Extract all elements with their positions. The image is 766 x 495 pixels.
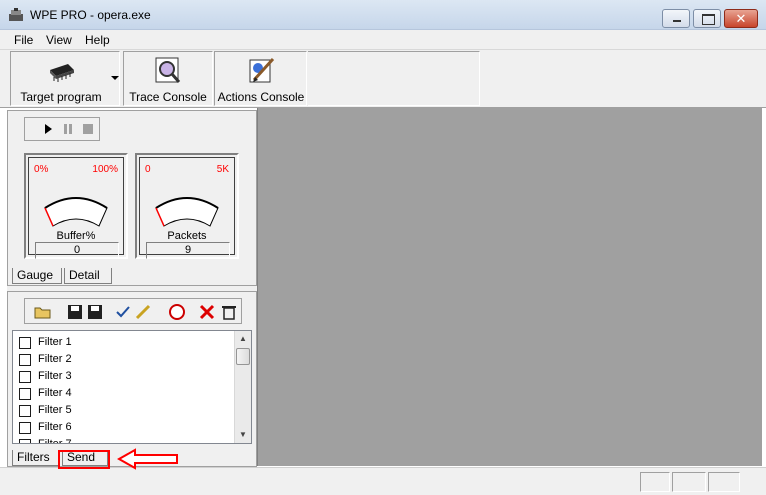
filter-checkbox[interactable] (19, 354, 31, 366)
filter-checkbox[interactable] (19, 371, 31, 383)
filter-checkbox[interactable] (19, 337, 31, 349)
trace-console-group: Trace Console (123, 51, 213, 106)
target-program-group: Target program (10, 51, 120, 106)
maximize-icon (694, 10, 720, 27)
maximize-button[interactable] (693, 9, 721, 28)
gauge-value: 9 (146, 242, 230, 259)
filter-label: Filter 7 (38, 438, 72, 444)
tab-gauge[interactable]: Gauge (12, 268, 62, 284)
filter-row[interactable]: Filter 7 (13, 436, 235, 444)
close-button[interactable]: ✕ (724, 9, 758, 28)
filter-label: Filter 3 (38, 370, 72, 382)
actions-console-label: Actions Console (217, 90, 305, 104)
window-title: WPE PRO - opera.exe (30, 8, 151, 22)
scroll-thumb[interactable] (236, 348, 250, 365)
filter-list[interactable]: Filter 1 Filter 2 Filter 3 Filter 4 Filter 5… (12, 330, 252, 444)
scroll-down-icon[interactable]: ▼ (235, 427, 251, 443)
gauge-section: 0% 100% Buffer% 0 0 5K Packets 9 Gauge D… (7, 110, 257, 286)
status-cell (640, 472, 670, 492)
gauge-label: Buffer% (56, 230, 96, 242)
filter-row[interactable]: Filter 1 (13, 334, 235, 351)
capture-controls (24, 117, 100, 141)
actions-console-button[interactable]: Actions Console (215, 52, 307, 106)
trace-console-label: Trace Console (129, 90, 207, 104)
trace-console-icon (155, 57, 181, 83)
filter-row[interactable]: Filter 5 (13, 402, 235, 419)
gauge-label: Packets (167, 230, 207, 242)
toolbar-spacer (308, 51, 480, 106)
trace-console-button[interactable]: Trace Console (124, 52, 212, 106)
pause-icon[interactable] (59, 120, 77, 138)
open-folder-icon[interactable] (33, 302, 53, 322)
menu-help[interactable]: Help (85, 33, 110, 47)
stop-icon[interactable] (79, 120, 97, 138)
filter-label: Filter 5 (38, 404, 72, 416)
gauge-dial (44, 197, 108, 227)
gauge-max: 100% (92, 164, 118, 175)
app-icon (9, 8, 23, 21)
menu-file[interactable]: File (14, 33, 33, 47)
filter-checkbox[interactable] (19, 388, 31, 400)
annotation-arrow-icon (117, 448, 178, 470)
filter-row[interactable]: Filter 3 (13, 368, 235, 385)
filter-checkbox[interactable] (19, 422, 31, 434)
filter-list-scrollbar[interactable]: ▲ ▼ (234, 331, 251, 443)
buffer-gauge: 0% 100% Buffer% 0 (24, 153, 128, 259)
on-off-icon[interactable] (167, 302, 187, 322)
menu-bar: File View Help (0, 30, 766, 50)
gauge-max: 5K (216, 164, 229, 175)
filter-label: Filter 4 (38, 387, 72, 399)
gauge-min: 0 (145, 164, 151, 175)
filter-row[interactable]: Filter 4 (13, 385, 235, 402)
pen-icon[interactable] (133, 302, 153, 322)
title-bar: WPE PRO - opera.exe ✕ (0, 0, 766, 30)
trash-icon[interactable] (219, 302, 239, 322)
tab-detail[interactable]: Detail (64, 268, 112, 284)
status-cell (708, 472, 740, 492)
target-program-label: Target program (20, 90, 102, 104)
close-icon: ✕ (735, 11, 747, 26)
edit-check-icon[interactable] (113, 302, 133, 322)
gauge-dial (155, 197, 219, 227)
save-as-icon[interactable] (85, 302, 105, 322)
filter-label: Filter 6 (38, 421, 72, 433)
delete-icon[interactable] (197, 302, 217, 322)
filter-row[interactable]: Filter 6 (13, 419, 235, 436)
status-cell (672, 472, 706, 492)
play-icon[interactable] (39, 120, 57, 138)
filter-section: Filter 1 Filter 2 Filter 3 Filter 4 Filter 5… (7, 291, 257, 467)
gauge-min: 0% (34, 164, 49, 175)
target-program-button[interactable]: Target program (11, 52, 111, 106)
filter-label: Filter 1 (38, 336, 72, 348)
dropdown-arrow-icon[interactable] (111, 76, 119, 80)
packets-gauge: 0 5K Packets 9 (135, 153, 239, 259)
filter-row[interactable]: Filter 2 (13, 351, 235, 368)
filter-toolbar (24, 298, 242, 324)
filter-label: Filter 2 (38, 353, 72, 365)
minimize-icon (663, 10, 689, 27)
actions-console-icon (249, 57, 275, 83)
annotation-highlight-box (58, 450, 110, 469)
left-panel: 0% 100% Buffer% 0 0 5K Packets 9 Gauge D… (7, 110, 257, 467)
tab-filters[interactable]: Filters (12, 450, 60, 466)
status-bar (0, 467, 766, 495)
actions-console-group: Actions Console (214, 51, 307, 106)
filter-checkbox[interactable] (19, 405, 31, 417)
workspace-area (257, 108, 762, 466)
chip-icon (50, 64, 74, 82)
minimize-button[interactable] (662, 9, 690, 28)
toolbar: Target program Trace Console Actions Con… (0, 50, 766, 108)
gauge-value: 0 (35, 242, 119, 259)
scroll-up-icon[interactable]: ▲ (235, 331, 251, 347)
save-icon[interactable] (65, 302, 85, 322)
filter-checkbox[interactable] (19, 439, 31, 443)
menu-view[interactable]: View (46, 33, 72, 47)
